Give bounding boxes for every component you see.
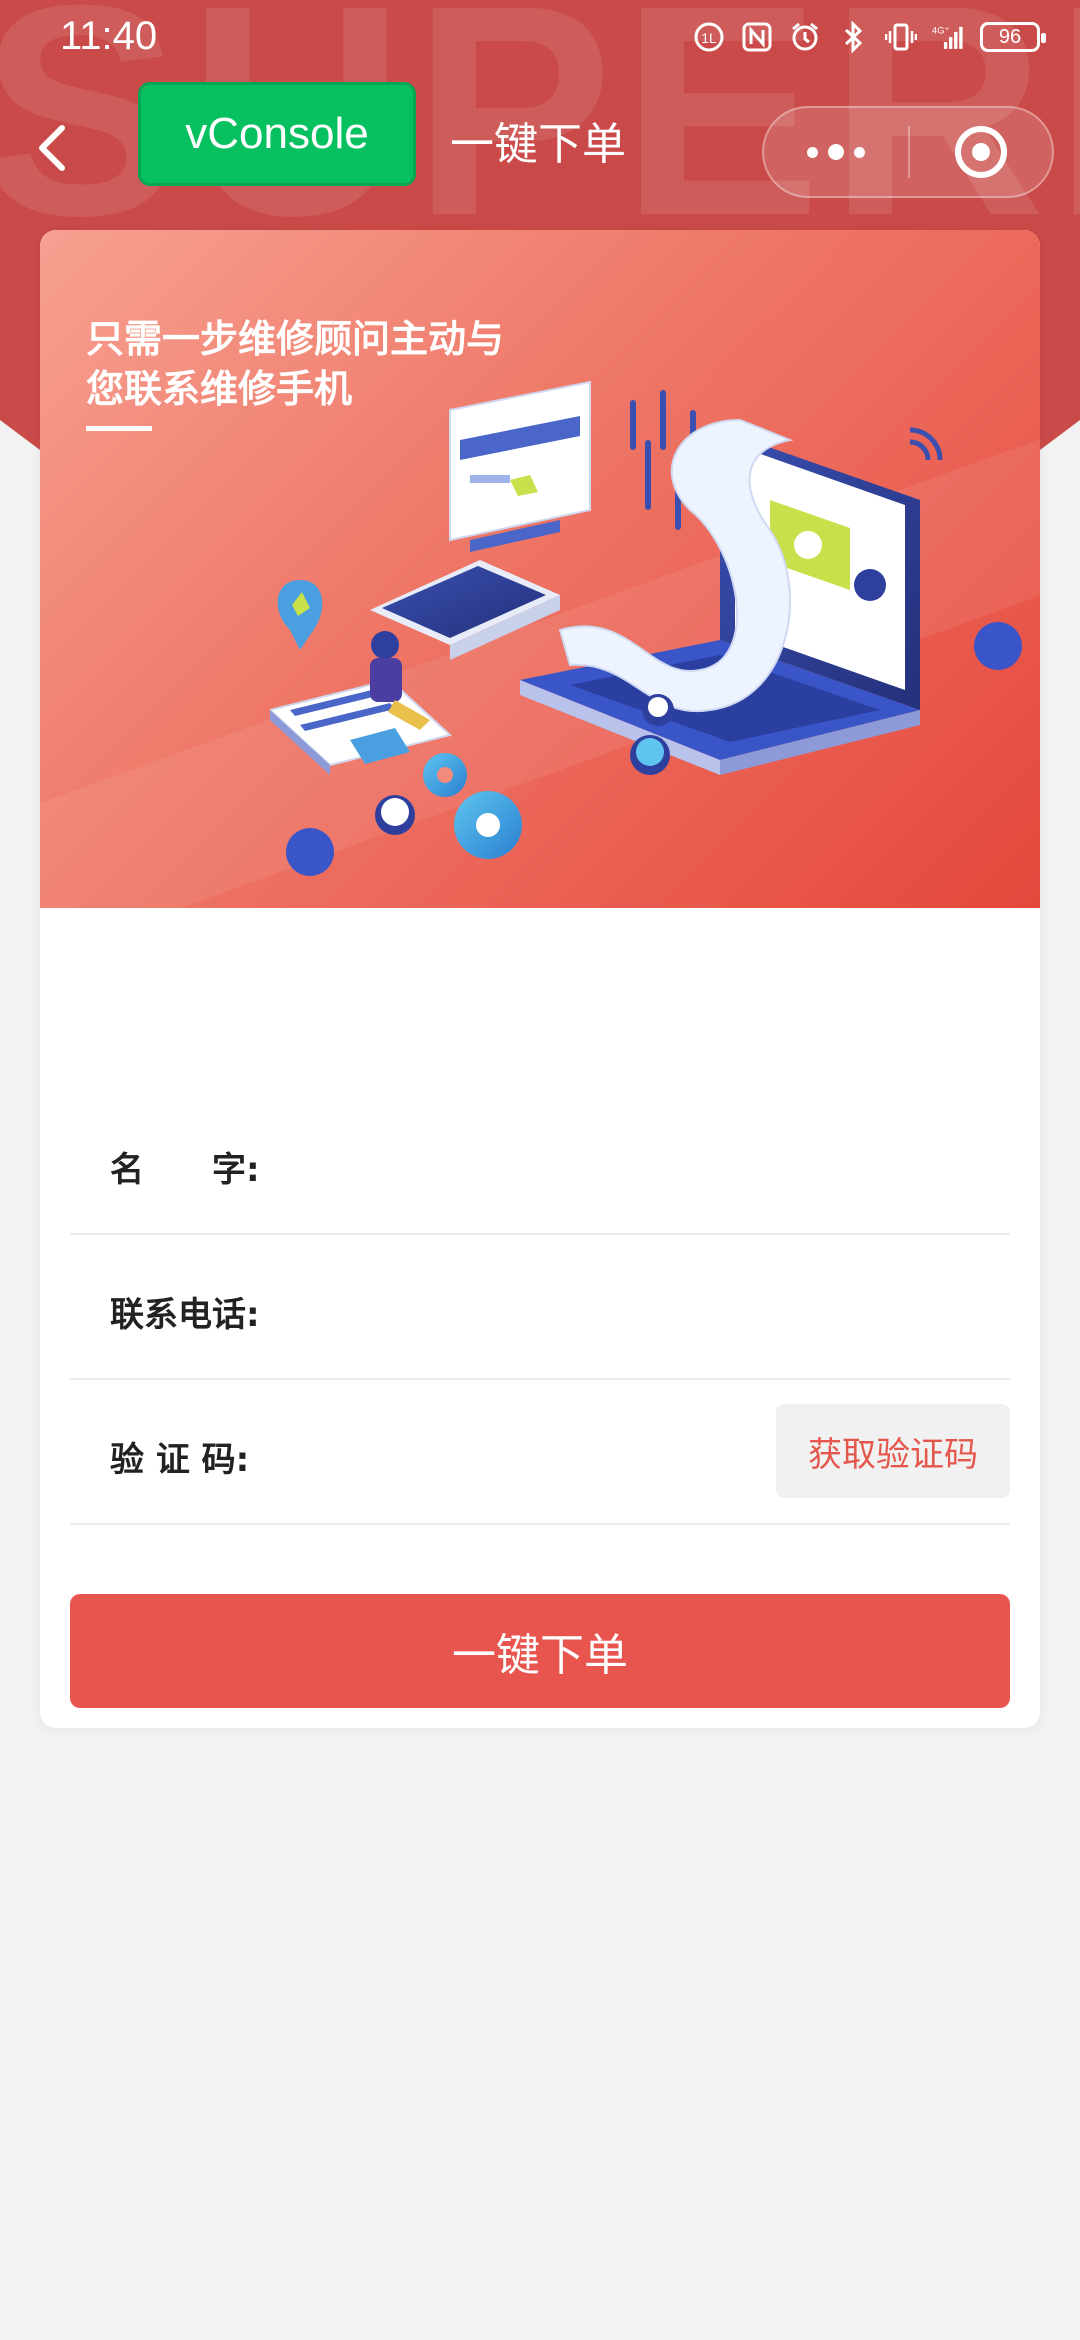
name-label: 名 字: bbox=[110, 1150, 260, 1190]
order-card: 只需一步维修顾问主动与 您联系维修手机 名 字: 联系电话: 验 证 码: 获取… bbox=[40, 230, 1040, 1728]
alarm-icon bbox=[788, 20, 822, 54]
browser-window-illustration bbox=[449, 380, 591, 552]
nav-bar: vConsole 一键下单 bbox=[0, 80, 1080, 220]
name-input[interactable] bbox=[320, 1120, 740, 1205]
order-form: 名 字: 联系电话: 验 证 码: 获取验证码 bbox=[70, 1090, 1010, 1525]
more-dots-icon[interactable] bbox=[764, 108, 908, 196]
code-label: 验 证 码: bbox=[110, 1440, 250, 1480]
vconsole-button[interactable]: vConsole bbox=[138, 82, 416, 186]
vibrate-icon bbox=[884, 20, 918, 54]
bluetooth-icon bbox=[836, 20, 870, 54]
person-illustration bbox=[270, 631, 453, 775]
close-circle-icon[interactable] bbox=[910, 108, 1052, 196]
phone-row: 联系电话: bbox=[70, 1235, 1010, 1380]
gear-icon bbox=[423, 753, 522, 859]
get-code-button[interactable]: 获取验证码 bbox=[776, 1404, 1010, 1498]
back-arrow-icon[interactable] bbox=[30, 118, 74, 178]
page-title: 一键下单 bbox=[450, 119, 626, 170]
repair-illustration bbox=[270, 380, 1022, 876]
status-time: 11:40 bbox=[60, 14, 158, 58]
status-icons: 1L 4G⁺ 96 bbox=[692, 20, 1046, 54]
submit-order-button[interactable]: 一键下单 bbox=[70, 1594, 1010, 1708]
signal-icon: 4G⁺ bbox=[932, 20, 966, 54]
name-row: 名 字: bbox=[70, 1090, 1010, 1235]
svg-text:4G⁺: 4G⁺ bbox=[932, 26, 949, 36]
banner-underline bbox=[86, 426, 152, 431]
code-row: 验 证 码: 获取验证码 bbox=[70, 1380, 1010, 1525]
battery-icon: 96 bbox=[980, 22, 1046, 52]
phone-input[interactable] bbox=[320, 1265, 740, 1350]
status-bar: 11:40 1L 4G⁺ 96 bbox=[0, 0, 1080, 80]
data-saver-icon: 1L bbox=[692, 20, 726, 54]
banner-headline-line1: 只需一步维修顾问主动与 bbox=[86, 317, 505, 361]
phone-label: 联系电话: bbox=[110, 1295, 260, 1335]
nfc-icon bbox=[740, 20, 774, 54]
mini-program-capsule bbox=[762, 106, 1054, 198]
code-input[interactable] bbox=[320, 1410, 740, 1495]
svg-text:1L: 1L bbox=[701, 30, 717, 46]
